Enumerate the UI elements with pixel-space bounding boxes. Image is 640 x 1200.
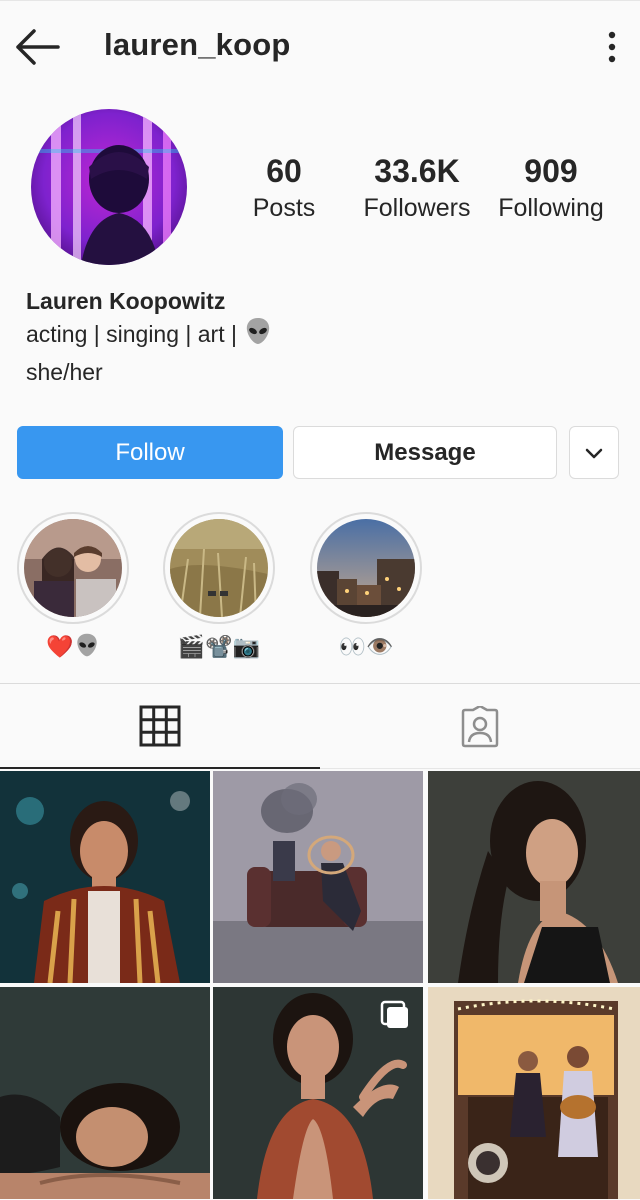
highlight-caption: 🎬📽️📷	[177, 634, 261, 659]
grid-icon	[139, 705, 181, 746]
more-vertical-icon[interactable]	[602, 27, 622, 67]
stat-followers-count: 33.6K	[374, 153, 460, 189]
alien-emoji-icon	[74, 632, 100, 666]
profile-tabs	[0, 683, 640, 769]
highlight-cover-image	[170, 519, 268, 617]
tagged-person-icon	[461, 705, 499, 747]
stat-following[interactable]: 909 Following	[486, 152, 616, 226]
tab-tagged[interactable]	[320, 684, 640, 769]
chevron-down-icon	[585, 448, 603, 458]
post-thumbnail[interactable]	[428, 987, 640, 1199]
alien-emoji-icon	[243, 316, 273, 355]
tab-grid[interactable]	[0, 684, 320, 769]
stat-followers-label: Followers	[363, 194, 471, 222]
story-highlight-2[interactable]: 🎬📽️📷	[163, 512, 275, 662]
story-highlight-3[interactable]: 👀👁️	[310, 512, 422, 662]
stat-posts-label: Posts	[252, 194, 316, 222]
heart-emoji: ❤️	[46, 634, 74, 659]
profile-stats: 60 Posts 33.6K Followers 909 Following	[230, 152, 620, 232]
story-highlight-1[interactable]: ❤️	[17, 512, 129, 662]
stat-posts-count: 60	[266, 153, 302, 189]
highlight-ring	[310, 512, 422, 624]
highlight-ring	[163, 512, 275, 624]
highlight-caption: 👀👁️	[338, 634, 394, 659]
posts-grid	[0, 771, 640, 1200]
stat-posts[interactable]: 60 Posts	[234, 152, 334, 226]
top-bar: lauren_koop	[0, 0, 640, 92]
multiple-photos-icon	[380, 1000, 408, 1028]
post-thumbnail[interactable]	[428, 771, 640, 983]
message-button[interactable]: Message	[293, 426, 557, 479]
back-arrow-icon[interactable]	[14, 25, 62, 69]
highlight-cover-image	[317, 519, 415, 617]
stat-following-count: 909	[524, 153, 578, 189]
post-thumbnail[interactable]	[0, 771, 210, 983]
follow-button[interactable]: Follow	[17, 426, 283, 479]
profile-avatar[interactable]	[31, 109, 187, 265]
highlight-ring	[17, 512, 129, 624]
suggested-dropdown-button[interactable]	[569, 426, 619, 479]
bio-line: acting | singing | art |	[26, 316, 606, 355]
post-thumbnail[interactable]	[213, 771, 423, 983]
highlight-caption: ❤️	[17, 632, 129, 662]
bio-text: acting | singing | art |	[26, 321, 244, 347]
stat-followers[interactable]: 33.6K Followers	[352, 152, 482, 226]
profile-full-name: Lauren Koopowitz	[26, 288, 226, 314]
post-thumbnail[interactable]	[213, 987, 423, 1199]
profile-bio: Lauren Koopowitz acting | singing | art …	[26, 286, 606, 389]
stat-following-label: Following	[498, 194, 604, 222]
bio-pronouns: she/her	[26, 359, 103, 385]
highlight-cover-image	[24, 519, 122, 617]
post-thumbnail[interactable]	[0, 987, 210, 1199]
profile-username: lauren_koop	[104, 27, 291, 62]
